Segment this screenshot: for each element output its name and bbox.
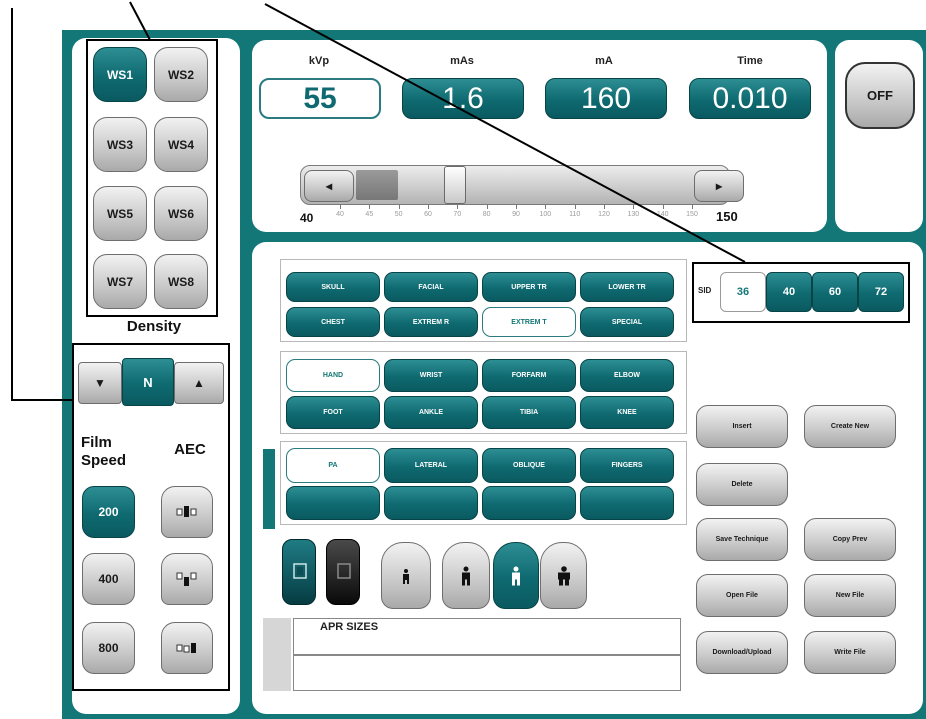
film-speed-callout-line <box>11 8 72 401</box>
density-callout-line <box>129 1 151 41</box>
sid-callout-line <box>264 3 746 263</box>
callout-lines <box>11 1 746 401</box>
